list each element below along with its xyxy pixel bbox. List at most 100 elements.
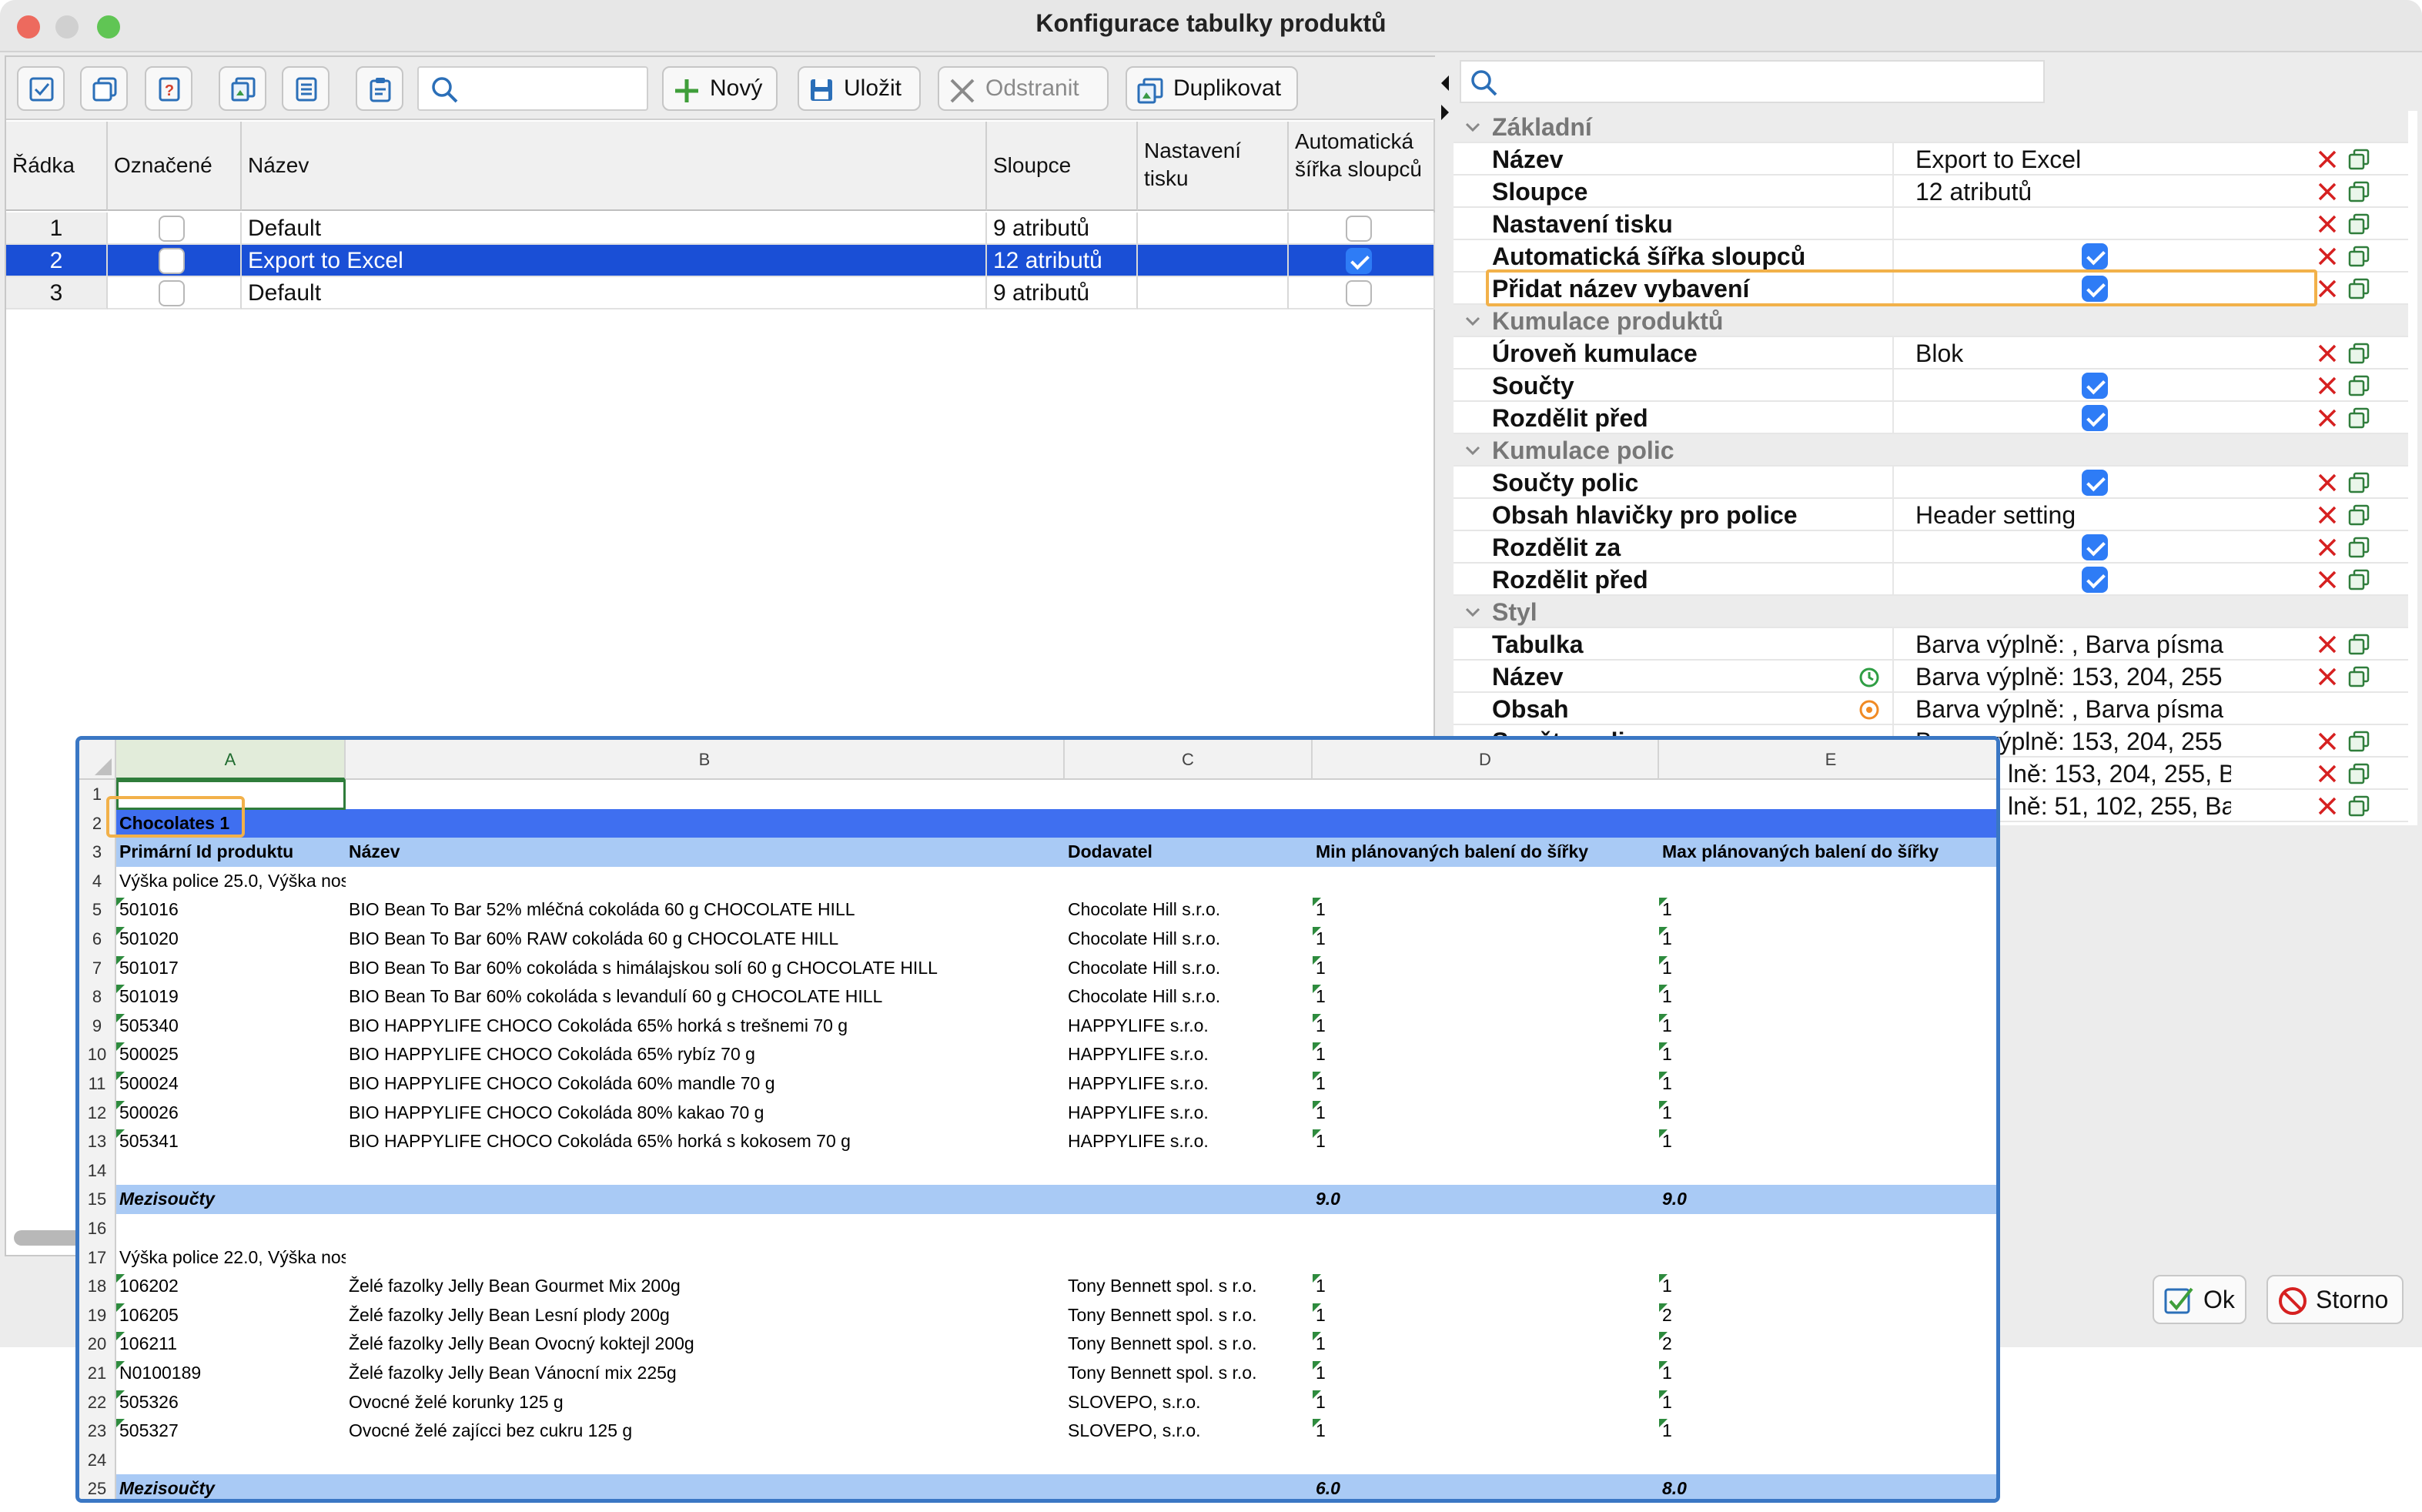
property-checkbox[interactable] (2082, 567, 2108, 593)
property-value[interactable]: Blok (1915, 337, 2223, 370)
x-icon[interactable] (2317, 731, 2337, 751)
property-row[interactable]: Název Export to Excel (1454, 143, 2408, 176)
cell-d[interactable]: 1 (1313, 925, 1659, 954)
cell-a[interactable]: 505341 (116, 1127, 346, 1156)
row-number[interactable]: 6 (79, 925, 116, 954)
cell-e[interactable]: Max plánovaných balení do šířky (1659, 838, 1996, 867)
property-value[interactable]: Export to Excel (1915, 143, 2223, 176)
x-icon[interactable] (2317, 343, 2337, 363)
marked-checkbox[interactable] (159, 280, 185, 306)
cell-d[interactable]: 1 (1313, 1330, 1659, 1359)
cell-a[interactable]: Primární Id produktu (116, 838, 346, 867)
x-icon[interactable] (2317, 149, 2337, 169)
duplicate-button[interactable]: Duplikovat (1126, 66, 1298, 111)
group-style[interactable]: Styl (1454, 596, 2408, 628)
x-icon[interactable] (2317, 246, 2337, 266)
cell-b[interactable]: Ovocné želé korunky 125 g (346, 1388, 1065, 1417)
cell-b[interactable]: Želé fazolky Jelly Bean Vánocní mix 225g (346, 1359, 1065, 1388)
deselect-all-button[interactable] (80, 66, 128, 111)
row-number[interactable]: 7 (79, 953, 116, 983)
cell-c[interactable]: Dodavatel (1065, 838, 1313, 867)
cell-b[interactable]: Ovocné želé zajícci bez cukru 125 g (346, 1417, 1065, 1446)
save-button[interactable]: Uložit (798, 66, 921, 111)
row-number[interactable]: 17 (79, 1243, 116, 1273)
cell-e[interactable]: 1 (1659, 1127, 1996, 1156)
cell-c[interactable]: HAPPYLIFE s.r.o. (1065, 1012, 1313, 1041)
cell-e[interactable]: 1 (1659, 1272, 1996, 1301)
cell-b[interactable]: BIO HAPPYLIFE CHOCO Cokoláda 65% horká s… (346, 1127, 1065, 1156)
cell-a[interactable]: 505340 (116, 1012, 346, 1041)
property-checkbox[interactable] (2082, 243, 2108, 269)
list-button[interactable] (282, 66, 330, 111)
row-number[interactable]: 3 (79, 838, 116, 867)
cell-c[interactable]: Chocolate Hill s.r.o. (1065, 925, 1313, 954)
copy-value-icon[interactable] (2348, 472, 2370, 493)
x-icon[interactable] (2317, 376, 2337, 396)
column-header-d[interactable]: D (1313, 740, 1659, 780)
cell-b[interactable]: BIO Bean To Bar 52% mléčná cokoláda 60 g… (346, 895, 1065, 925)
property-row[interactable]: Tabulka Barva výplně: , Barva písma: 0, … (1454, 628, 2408, 661)
cell-a[interactable]: Mezisoučty (116, 1185, 346, 1214)
cell-a[interactable]: Mezisoučty (116, 1474, 346, 1499)
row-number[interactable]: 20 (79, 1330, 116, 1359)
property-checkbox[interactable] (2082, 534, 2108, 560)
invert-selection-button[interactable]: ? (145, 66, 192, 111)
row-number[interactable]: 13 (79, 1127, 116, 1156)
cell-e[interactable]: 1 (1659, 925, 1996, 954)
cell-d[interactable]: 1 (1313, 1012, 1659, 1041)
cell-c[interactable]: HAPPYLIFE s.r.o. (1065, 1069, 1313, 1099)
property-checkbox[interactable] (2082, 470, 2108, 496)
row-number[interactable]: 25 (79, 1474, 116, 1499)
group-basic[interactable]: Základní (1454, 111, 2408, 143)
cell-d[interactable]: 1 (1313, 1040, 1659, 1069)
copy-value-icon[interactable] (2348, 278, 2370, 299)
new-button[interactable]: Nový (662, 66, 778, 111)
cancel-button[interactable]: Storno (2266, 1275, 2404, 1324)
row-number[interactable]: 22 (79, 1387, 116, 1417)
copy-value-icon[interactable] (2348, 763, 2370, 784)
cell-c[interactable]: SLOVEPO, s.r.o. (1065, 1417, 1313, 1446)
cell-a[interactable]: 501017 (116, 954, 346, 983)
cell-c[interactable]: HAPPYLIFE s.r.o. (1065, 1099, 1313, 1128)
property-value[interactable]: Barva výplně: , Barva písma: 0, 0,... (1915, 693, 2223, 725)
cell-a[interactable]: 500026 (116, 1099, 346, 1128)
property-checkbox[interactable] (2082, 373, 2108, 399)
cell-d[interactable]: 1 (1313, 1099, 1659, 1128)
x-icon[interactable] (2317, 279, 2337, 299)
column-header-c[interactable]: C (1065, 740, 1313, 780)
cell-c[interactable]: Tony Bennett spol. s r.o. (1065, 1301, 1313, 1330)
table-row[interactable]: 1 Default 9 atributů (6, 212, 1435, 245)
copy-value-icon[interactable] (2348, 537, 2370, 558)
cell-e[interactable]: 9.0 (1659, 1185, 1996, 1214)
copy-value-icon[interactable] (2348, 181, 2370, 202)
cell-b[interactable]: Želé fazolky Jelly Bean Gourmet Mix 200g (346, 1272, 1065, 1301)
property-row[interactable]: Součty (1454, 370, 2408, 402)
property-row[interactable]: Nastavení tisku (1454, 208, 2408, 240)
cell-e[interactable]: 1 (1659, 1099, 1996, 1128)
table-row[interactable]: 3 Default 9 atributů (6, 277, 1435, 309)
copy-value-icon[interactable] (2348, 731, 2370, 752)
x-icon[interactable] (2317, 214, 2337, 234)
copy-value-icon[interactable] (2348, 795, 2370, 817)
cell-e[interactable]: 2 (1659, 1301, 1996, 1330)
cell-a[interactable]: 505327 (116, 1417, 346, 1446)
copy-value-icon[interactable] (2348, 504, 2370, 526)
property-row[interactable]: Obsah hlavičky pro police Header setting (1454, 499, 2408, 531)
copy-value-icon[interactable] (2348, 569, 2370, 590)
property-row[interactable]: Rozdělit před (1454, 402, 2408, 434)
x-icon[interactable] (2317, 570, 2337, 590)
row-number[interactable]: 24 (79, 1445, 116, 1475)
cell-a[interactable]: 500024 (116, 1069, 346, 1099)
row-number[interactable]: 8 (79, 982, 116, 1012)
row-number[interactable]: 9 (79, 1011, 116, 1041)
ok-button[interactable]: Ok (2153, 1275, 2246, 1324)
marked-checkbox[interactable] (159, 248, 185, 274)
x-icon[interactable] (2317, 667, 2337, 687)
cell-b[interactable]: BIO HAPPYLIFE CHOCO Cokoláda 65% horká s… (346, 1012, 1065, 1041)
column-header-row[interactable]: Řádka (6, 122, 108, 211)
cell-e[interactable]: 1 (1659, 895, 1996, 925)
property-value[interactable]: Barva výplně: 153, 204, 255, Bar... (1915, 661, 2223, 693)
table-row[interactable]: 2 Export to Excel 12 atributů (6, 245, 1435, 277)
cell-d[interactable]: 1 (1313, 1388, 1659, 1417)
clipboard-button[interactable] (356, 66, 403, 111)
